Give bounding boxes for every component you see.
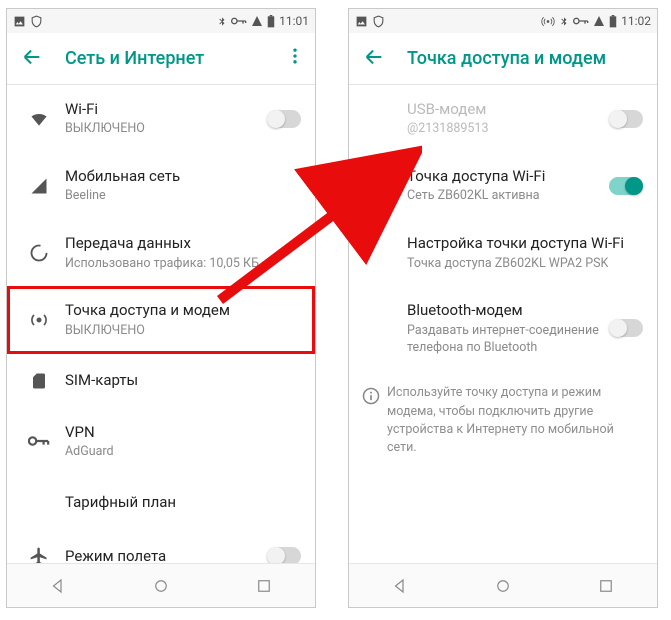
nav-recent-button[interactable] (597, 577, 615, 595)
settings-list: Wi-Fi ВЫКЛЮЧЕНО Мобильная сеть Beeline (7, 85, 315, 563)
vpn-icon (19, 434, 59, 448)
nav-home-button[interactable] (494, 577, 512, 595)
row-usb-tether: USB-модем @2131889513 (349, 85, 657, 152)
row-sim-cards[interactable]: SIM-карты (7, 354, 315, 408)
back-button[interactable] (363, 46, 385, 72)
wifi-icon (19, 109, 59, 129)
row-sublabel: @2131889513 (407, 121, 609, 138)
airplane-switch[interactable] (267, 547, 301, 563)
clock-text: 11:02 (621, 14, 651, 28)
statusbar: 11:01 (7, 9, 315, 33)
row-label: USB-модем (407, 99, 609, 119)
row-label: Настройка точки доступа Wi-Fi (407, 233, 643, 253)
navbar (349, 563, 657, 607)
row-sublabel: Раздавать интернет-соединение телефона п… (407, 323, 609, 357)
notification-image-icon (355, 15, 368, 28)
row-sublabel: ВЫКЛЮЧЕНО (65, 121, 267, 138)
row-label: Wi-Fi (65, 99, 267, 119)
back-button[interactable] (21, 46, 43, 72)
row-label: Передача данных (65, 233, 301, 253)
battery-icon (609, 15, 617, 28)
settings-list: USB-модем @2131889513 Точка доступа Wi-F… (349, 85, 657, 563)
wifi-switch[interactable] (267, 110, 301, 128)
row-sublabel: AdGuard (65, 444, 301, 461)
row-tethering[interactable]: Точка доступа и модем ВЫКЛЮЧЕНО (7, 286, 315, 353)
appbar: Точка доступа и модем (349, 33, 657, 85)
phone-right: 11:02 Точка доступа и модем USB-модем @2… (348, 8, 658, 608)
key-icon (231, 16, 247, 26)
row-hotspot-setup[interactable]: Настройка точки доступа Wi-Fi Точка дост… (349, 219, 657, 286)
row-label: Точка доступа Wi-Fi (407, 166, 609, 186)
nav-back-button[interactable] (391, 577, 409, 595)
row-wifi-hotspot[interactable]: Точка доступа Wi-Fi Сеть ZB602KL активна (349, 152, 657, 219)
row-mobile-network[interactable]: Мобильная сеть Beeline (7, 152, 315, 219)
hotspot-icon (19, 310, 59, 330)
notification-shield-icon (372, 15, 385, 28)
page-title: Точка доступа и модем (407, 48, 647, 69)
bluetooth-icon (559, 15, 569, 28)
nav-home-button[interactable] (152, 577, 170, 595)
airplane-icon (19, 546, 59, 563)
navbar (7, 563, 315, 607)
page-title: Сеть и Интернет (65, 48, 285, 69)
row-label: Точка доступа и модем (65, 300, 301, 320)
row-data-usage[interactable]: Передача данных Использовано трафика: 10… (7, 219, 315, 286)
row-label: SIM-карты (65, 370, 301, 390)
info-text: Используйте точку доступа и режим модема… (381, 384, 641, 457)
row-wifi[interactable]: Wi-Fi ВЫКЛЮЧЕНО (7, 85, 315, 152)
sim-icon (19, 371, 59, 391)
signal-icon (251, 15, 263, 27)
row-sublabel: Beeline (65, 188, 301, 205)
clock-text: 11:01 (279, 14, 309, 28)
row-airplane[interactable]: Режим полета (7, 529, 315, 563)
nav-back-button[interactable] (49, 577, 67, 595)
info-icon (361, 384, 381, 457)
row-sublabel: Точка доступа ZB602KL WPA2 PSK (407, 256, 643, 273)
row-sublabel: Сеть ZB602KL активна (407, 188, 609, 205)
battery-icon (267, 15, 275, 28)
row-sublabel: ВЫКЛЮЧЕНО (65, 323, 301, 340)
key-icon (573, 16, 589, 26)
row-label: Режим полета (65, 546, 267, 564)
row-plan[interactable]: Тарифный план (7, 475, 315, 529)
row-label: Тарифный план (65, 492, 301, 512)
phone-left: 11:01 Сеть и Интернет Wi-Fi ВЫКЛЮЧЕНО (6, 8, 316, 608)
notification-image-icon (13, 15, 26, 28)
signal-icon (593, 15, 605, 27)
row-label: VPN (65, 422, 301, 442)
info-note: Используйте точку доступа и режим модема… (349, 370, 657, 471)
row-label: Мобильная сеть (65, 166, 301, 186)
cell-icon (19, 177, 59, 195)
statusbar: 11:02 (349, 9, 657, 33)
bluetooth-icon (217, 15, 227, 28)
row-label: Bluetooth-модем (407, 300, 609, 320)
data-usage-icon (19, 243, 59, 263)
hotspot-icon (541, 15, 555, 28)
bluetooth-tether-switch[interactable] (609, 319, 643, 337)
wifi-hotspot-switch[interactable] (609, 177, 643, 195)
nav-recent-button[interactable] (255, 577, 273, 595)
row-bluetooth-tether[interactable]: Bluetooth-модем Раздавать интернет-соеди… (349, 286, 657, 370)
overflow-menu-button[interactable] (285, 46, 305, 71)
row-sublabel: Использовано трафика: 10,05 КБ (65, 256, 301, 273)
usb-tether-switch (609, 110, 643, 128)
row-vpn[interactable]: VPN AdGuard (7, 408, 315, 475)
appbar: Сеть и Интернет (7, 33, 315, 85)
notification-shield-icon (30, 15, 43, 28)
